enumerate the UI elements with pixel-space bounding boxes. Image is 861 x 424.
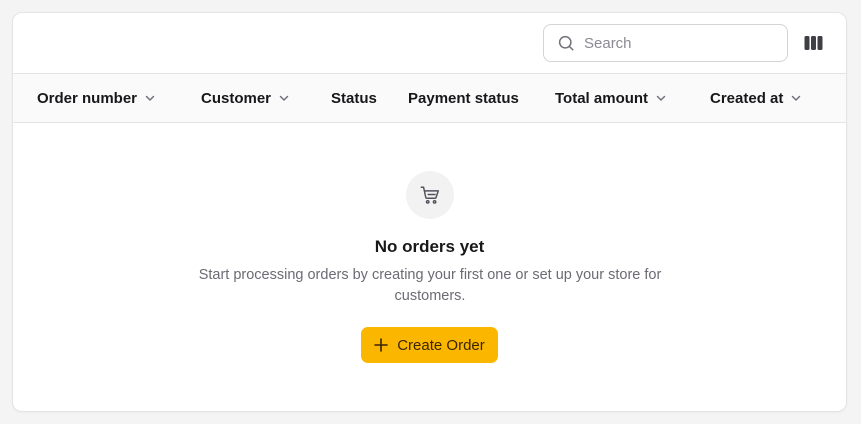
column-header-label: Payment status (408, 89, 519, 107)
column-header-customer[interactable]: Customer (201, 74, 290, 122)
chevron-down-icon (656, 95, 666, 101)
column-header-total-amount[interactable]: Total amount (555, 74, 667, 122)
column-header-label: Order number (37, 89, 138, 107)
orders-card: Order number Customer Status Payment sta… (12, 12, 847, 412)
column-header-label: Status (331, 89, 377, 107)
create-order-label: Create Order (397, 336, 485, 354)
column-header-order-number[interactable]: Order number (37, 74, 156, 122)
table-header: Order number Customer Status Payment sta… (13, 74, 846, 123)
column-header-payment-status: Payment status (408, 74, 519, 122)
chevron-down-icon (792, 95, 801, 101)
search-box[interactable] (543, 24, 788, 62)
search-input[interactable] (584, 34, 774, 52)
column-header-label: Total amount (555, 89, 649, 107)
column-header-label: Customer (201, 89, 272, 107)
column-header-created-at[interactable]: Created at (710, 74, 802, 122)
empty-state: No orders yet Start processing orders by… (13, 123, 846, 411)
empty-state-description: Start processing orders by creating your… (198, 267, 662, 304)
chevron-down-icon (279, 95, 289, 101)
columns-icon (804, 36, 822, 50)
table-toolbar (13, 13, 846, 74)
shopping-cart-icon (420, 186, 439, 204)
column-header-label: Created at (710, 89, 784, 107)
search-icon (558, 35, 574, 51)
create-order-button[interactable]: Create Order (361, 327, 498, 363)
column-header-status: Status (331, 74, 377, 122)
plus-icon (374, 338, 389, 352)
empty-state-title: No orders yet (374, 237, 485, 256)
chevron-down-icon (145, 95, 155, 101)
columns-toggle-button[interactable] (803, 33, 823, 53)
empty-state-icon-circle (406, 171, 454, 219)
